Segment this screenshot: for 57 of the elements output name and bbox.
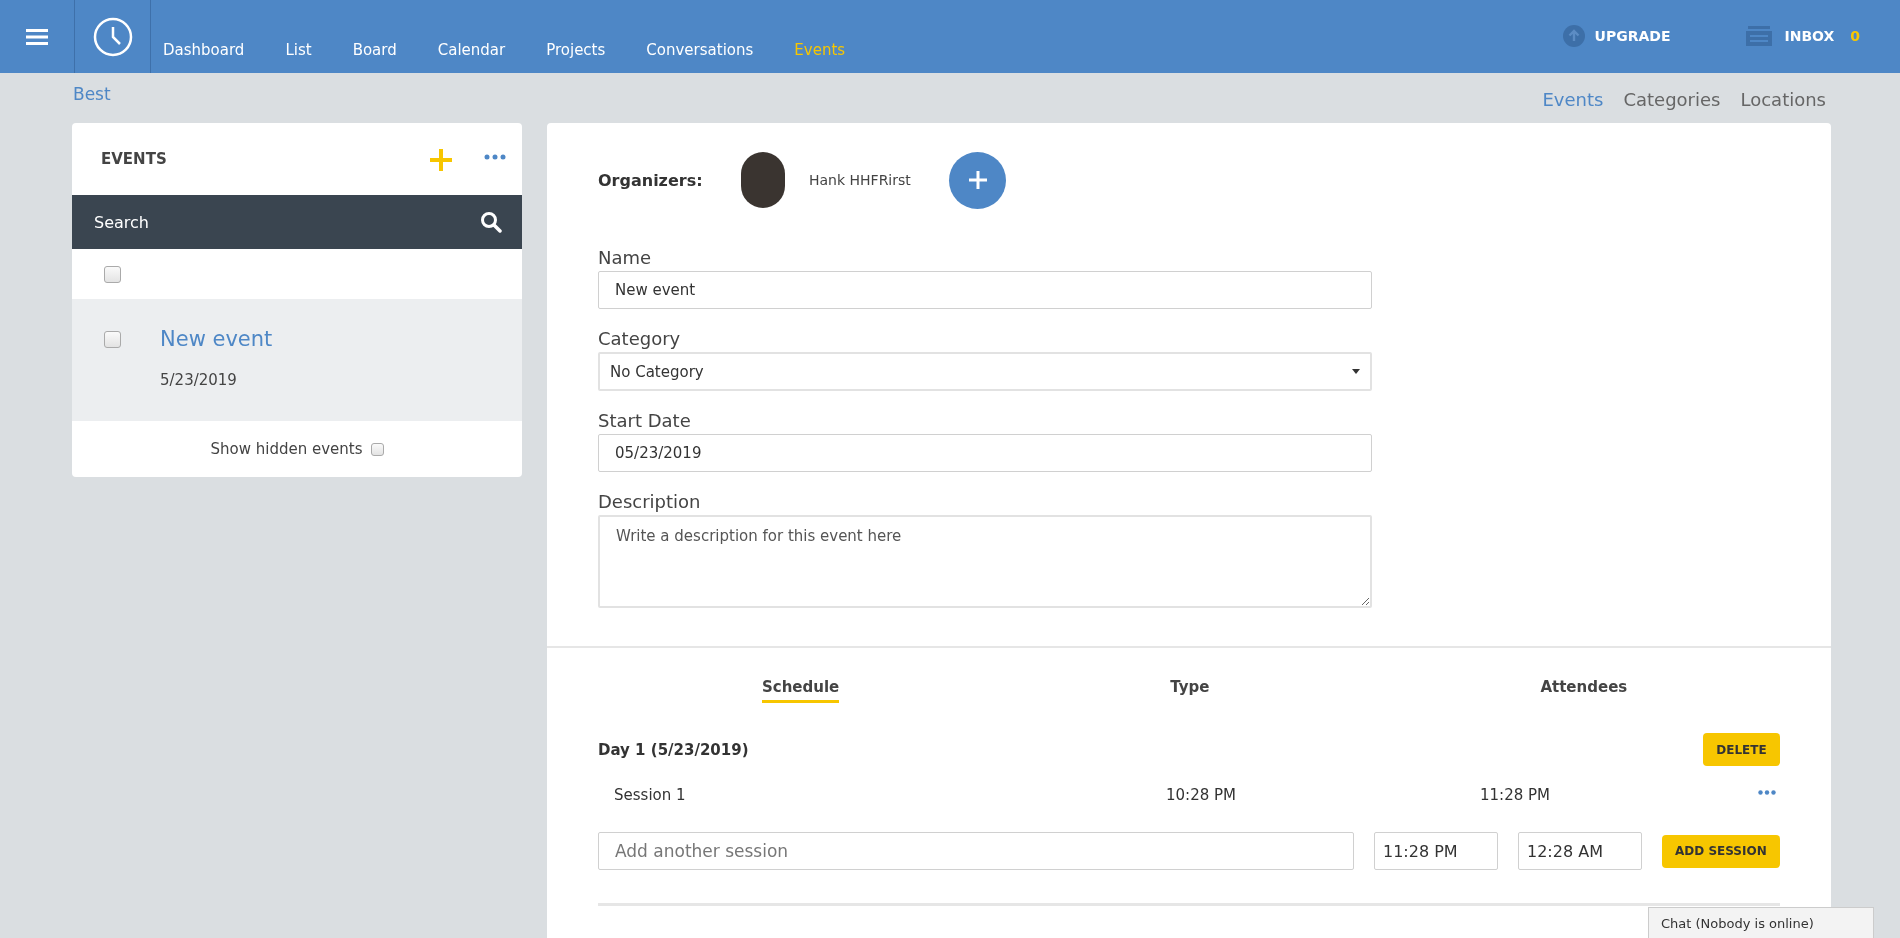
field-label: Category	[598, 328, 682, 349]
select-all-checkbox[interactable]	[104, 265, 121, 283]
nav-link[interactable]: Projects	[546, 41, 606, 59]
arrow-up-icon	[1562, 24, 1585, 47]
add-session-button[interactable]: ADD SESSION	[1662, 834, 1780, 868]
event-list-item[interactable]: New event 5/23/2019	[72, 299, 522, 421]
field-label: Name	[598, 247, 653, 268]
show-hidden-checkbox[interactable]	[370, 442, 384, 456]
chat-bar[interactable]: Chat (Nobody is online)	[1648, 907, 1874, 938]
end-time-field[interactable]: 12:28 AM	[1518, 832, 1642, 870]
field-label: Description	[598, 491, 702, 512]
nav-link[interactable]: Board	[352, 41, 397, 59]
search-icon[interactable]	[480, 211, 502, 233]
nav-link[interactable]: Conversations	[646, 41, 754, 59]
nav-link[interactable]: Dashboard	[163, 41, 245, 59]
event-date: 5/23/2019	[160, 371, 238, 389]
inbox-icon	[1746, 25, 1773, 46]
search-bar[interactable]: Search	[72, 195, 522, 249]
breadcrumb-link[interactable]: Best	[73, 84, 111, 104]
show-hidden-label: Show hidden events	[210, 440, 363, 458]
event-title: New event	[160, 327, 273, 351]
text-field[interactable]: New event	[598, 271, 1372, 309]
more-icon[interactable]	[1757, 789, 1776, 795]
avatar-placeholder	[741, 152, 785, 208]
nav-link[interactable]: Calendar	[437, 41, 506, 59]
subnav-link[interactable]: Categories	[1623, 88, 1721, 110]
subnav-link[interactable]: Locations	[1740, 88, 1826, 110]
search-field[interactable]: Search	[94, 212, 480, 232]
session-name-field[interactable]: Add another session	[598, 832, 1354, 870]
upgrade-link[interactable]: UPGRADE	[1562, 0, 1671, 73]
more-icon[interactable]	[484, 154, 506, 160]
clock-icon[interactable]	[92, 16, 133, 57]
nav-link[interactable]: List	[285, 41, 312, 59]
event-checkbox[interactable]	[104, 331, 121, 348]
field-label: Start Date	[598, 410, 692, 431]
day-title: Day 1 (5/23/2019)	[598, 740, 749, 759]
tab[interactable]: Type	[1170, 678, 1210, 703]
session-name: Session 1	[614, 786, 687, 804]
inbox-link[interactable]: INBOX	[1746, 0, 1835, 73]
description-field[interactable]: Write a description for this event here	[598, 515, 1372, 608]
panel-title: EVENTS	[101, 150, 168, 168]
session-end-time: 11:28 PM	[1480, 786, 1551, 804]
category-dropdown[interactable]: No Category	[598, 352, 1372, 391]
nav-link[interactable]: Events	[794, 41, 846, 59]
subnav-link[interactable]: Events	[1542, 88, 1604, 110]
organizer-name: Hank HHFRirst	[809, 172, 912, 188]
tab[interactable]: Attendees	[1540, 678, 1628, 703]
caret-icon	[1352, 369, 1360, 374]
inbox-count: 0	[1850, 26, 1860, 46]
delete-button[interactable]: DELETE	[1703, 733, 1780, 766]
start-time-field[interactable]: 11:28 PM	[1374, 832, 1498, 870]
plus-icon	[968, 171, 987, 189]
session-start-time: 10:28 PM	[1166, 786, 1237, 804]
add-organizer-button[interactable]	[949, 151, 1006, 209]
tab[interactable]: Schedule	[762, 678, 840, 703]
organizers-label: Organizers:	[598, 170, 704, 190]
text-field[interactable]: 05/23/2019	[598, 434, 1372, 472]
